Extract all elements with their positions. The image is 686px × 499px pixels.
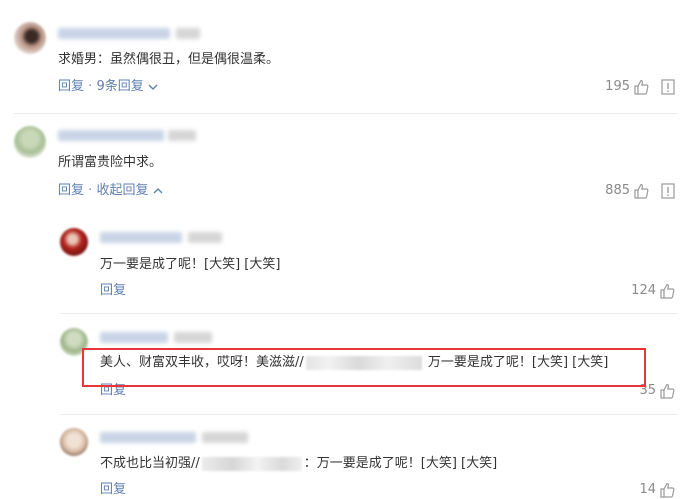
divider — [60, 313, 678, 314]
thumbs-up-icon[interactable] — [633, 183, 649, 199]
like-count: 885 — [605, 183, 630, 198]
avatar[interactable] — [60, 428, 88, 456]
meta-blurred — [202, 432, 248, 443]
avatar[interactable] — [60, 228, 88, 256]
reply-button[interactable]: 回复 · 收起回复 — [58, 182, 163, 200]
like-count: 14 — [639, 482, 656, 497]
blurred-username-mention — [201, 456, 302, 471]
report-icon[interactable] — [661, 79, 675, 95]
meta-blurred — [168, 130, 196, 141]
divider — [14, 113, 678, 114]
username-blurred[interactable] — [100, 432, 196, 443]
meta-blurred — [176, 28, 200, 39]
reply-text-prefix: 不成也比当初强// — [100, 456, 200, 471]
expand-replies-label[interactable]: 9条回复 — [96, 79, 143, 94]
comment-text: 所谓富贵险中求。 — [58, 155, 163, 170]
collapse-replies-label[interactable]: 收起回复 — [96, 183, 148, 198]
username-blurred[interactable] — [100, 332, 168, 343]
thumbs-up-icon[interactable] — [659, 482, 675, 498]
like-count: 124 — [631, 283, 656, 298]
username-blurred[interactable] — [100, 232, 182, 243]
reply-button[interactable]: 回复 · 9条回复 — [58, 78, 158, 96]
reply-label[interactable]: 回复 — [58, 183, 84, 198]
reply-text-suffix: ：万一要是成了呢！[大笑] [大笑] — [303, 456, 498, 471]
like-count: 195 — [605, 79, 630, 94]
divider — [60, 414, 678, 415]
highlight-box — [82, 348, 646, 387]
separator-dot: · — [88, 79, 93, 94]
reply-button[interactable]: 回复 — [100, 481, 126, 499]
reply-text: 万一要是成了呢！[大笑] [大笑] — [100, 257, 281, 272]
thumbs-up-icon[interactable] — [659, 283, 675, 299]
chevron-up-icon[interactable] — [153, 187, 163, 195]
username-blurred[interactable] — [58, 130, 164, 141]
chevron-down-icon[interactable] — [148, 83, 158, 91]
comment-text: 求婚男：虽然偶很丑，但是偶很温柔。 — [58, 52, 280, 67]
reply-label[interactable]: 回复 — [58, 79, 84, 94]
reply-button[interactable]: 回复 — [100, 282, 126, 300]
meta-blurred — [188, 232, 222, 243]
meta-blurred — [174, 332, 212, 343]
thumbs-up-icon[interactable] — [633, 79, 649, 95]
report-icon[interactable] — [661, 183, 675, 199]
separator-dot: · — [88, 183, 93, 198]
avatar[interactable] — [14, 126, 46, 158]
avatar[interactable] — [14, 22, 46, 54]
thumbs-up-icon[interactable] — [659, 383, 675, 399]
username-blurred[interactable] — [58, 28, 170, 39]
reply-text: 不成也比当初强// ：万一要是成了呢！[大笑] [大笑] — [100, 455, 497, 473]
